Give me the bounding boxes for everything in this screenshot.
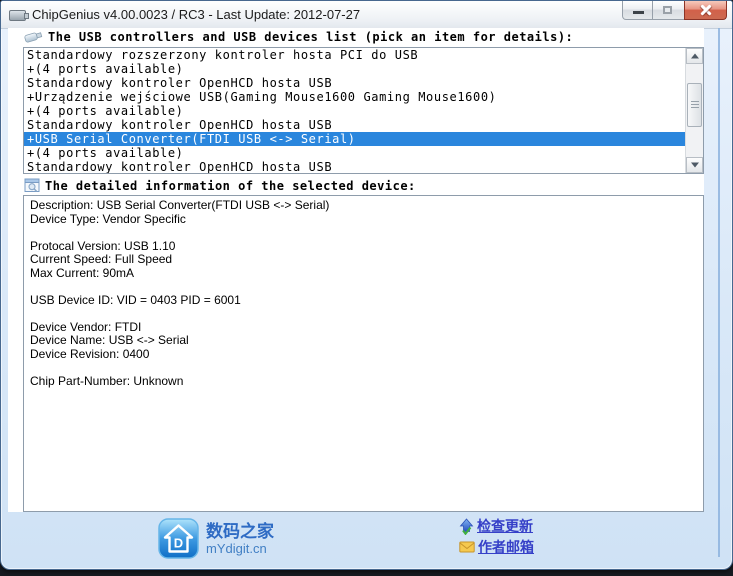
- author-email-label: 作者邮箱: [478, 539, 534, 555]
- device-list-box[interactable]: Standardowy rozszerzony kontroler hosta …: [23, 47, 704, 174]
- author-email-link[interactable]: 作者邮箱: [459, 538, 534, 556]
- list-item[interactable]: +(4 ports available): [24, 104, 686, 118]
- scroll-thumb[interactable]: [687, 83, 702, 127]
- list-item[interactable]: +(4 ports available): [24, 146, 686, 160]
- titlebar[interactable]: ChipGenius v4.00.0023 / RC3 - Last Updat…: [1, 1, 732, 29]
- list-scrollbar[interactable]: [685, 48, 703, 173]
- update-arrow-icon: [459, 517, 474, 535]
- detail-line: Max Current: 90mA: [30, 265, 135, 280]
- detail-line: Device Type: Vendor Specific: [30, 211, 186, 226]
- content-panel: The USB controllers and USB devices list…: [8, 28, 704, 512]
- mydigit-logo-title: 数码之家: [206, 522, 274, 541]
- check-update-label: 检查更新: [477, 518, 533, 534]
- chipgenius-window: ChipGenius v4.00.0023 / RC3 - Last Updat…: [0, 0, 733, 570]
- detail-line: USB Device ID: VID = 0403 PID = 6001: [30, 292, 241, 307]
- list-item[interactable]: Standardowy rozszerzony kontroler hosta …: [24, 48, 686, 62]
- window-controls: [622, 1, 727, 20]
- detail-line: Device Name: USB <-> Serial: [30, 333, 189, 347]
- detail-line: Current Speed: Full Speed: [30, 252, 173, 266]
- close-icon: [685, 1, 726, 19]
- desktop-background: ChipGenius v4.00.0023 / RC3 - Last Updat…: [0, 0, 733, 576]
- list-item[interactable]: Standardowy kontroler OpenHCD hosta USB: [24, 118, 686, 132]
- device-list: Standardowy rozszerzony kontroler hosta …: [24, 48, 686, 173]
- scroll-up-button[interactable]: [686, 48, 703, 64]
- close-button[interactable]: [684, 1, 727, 20]
- app-icon: [9, 10, 29, 21]
- list-item[interactable]: +Urządzenie wejściowe USB(Gaming Mouse16…: [24, 90, 686, 104]
- device-list-header: The USB controllers and USB devices list…: [24, 30, 573, 44]
- minimize-icon: [633, 11, 644, 14]
- footer-links: 检查更新 作者邮箱: [459, 517, 534, 556]
- mydigit-logo-subtitle: mYdigit.cn: [206, 541, 267, 556]
- check-update-link[interactable]: 检查更新: [459, 517, 534, 535]
- list-item[interactable]: Standardowy kontroler OpenHCD hosta USB: [24, 76, 686, 90]
- detail-line: Protocal Version: USB 1.10: [30, 238, 176, 253]
- detail-line: Device Vendor: FTDI: [30, 319, 142, 334]
- list-item[interactable]: +(4 ports available): [24, 62, 686, 76]
- usb-drive-icon: [24, 32, 43, 43]
- detail-line: [30, 226, 697, 240]
- detail-line: [30, 361, 697, 375]
- detail-line: [30, 307, 697, 321]
- maximize-icon: [663, 6, 672, 14]
- window-title: ChipGenius v4.00.0023 / RC3 - Last Updat…: [32, 7, 361, 22]
- maximize-button[interactable]: [653, 1, 684, 20]
- detail-line: [30, 280, 697, 294]
- triangle-up-icon: [690, 53, 699, 59]
- triangle-down-icon: [690, 162, 699, 168]
- detail-line: Device Revision: 0400: [30, 346, 150, 361]
- detail-line: Description: USB Serial Converter(FTDI U…: [30, 198, 330, 212]
- detail-line: Chip Part-Number: Unknown: [30, 373, 184, 388]
- list-item[interactable]: +USB Serial Converter(FTDI USB <-> Seria…: [24, 132, 686, 146]
- minimize-button[interactable]: [622, 1, 653, 20]
- device-details-text: Description: USB Serial Converter(FTDI U…: [30, 198, 697, 388]
- scroll-down-button[interactable]: [686, 157, 703, 173]
- svg-text:D: D: [174, 536, 183, 551]
- mydigit-home-icon: D: [158, 518, 199, 559]
- list-item[interactable]: Standardowy kontroler OpenHCD hosta USB: [24, 160, 686, 173]
- window-magnifier-icon: [24, 178, 40, 192]
- mydigit-logo-text: 数码之家 mYdigit.cn: [206, 518, 274, 557]
- mydigit-logo[interactable]: D 数码之家 mYdigit.cn: [158, 518, 274, 559]
- details-header: The detailed information of the selected…: [24, 178, 416, 193]
- details-header-label: The detailed information of the selected…: [45, 178, 416, 193]
- device-details[interactable]: Description: USB Serial Converter(FTDI U…: [23, 195, 704, 512]
- device-list-header-label: The USB controllers and USB devices list…: [48, 30, 574, 44]
- thumb-grip-icon: [690, 101, 699, 109]
- mail-icon: [459, 541, 475, 553]
